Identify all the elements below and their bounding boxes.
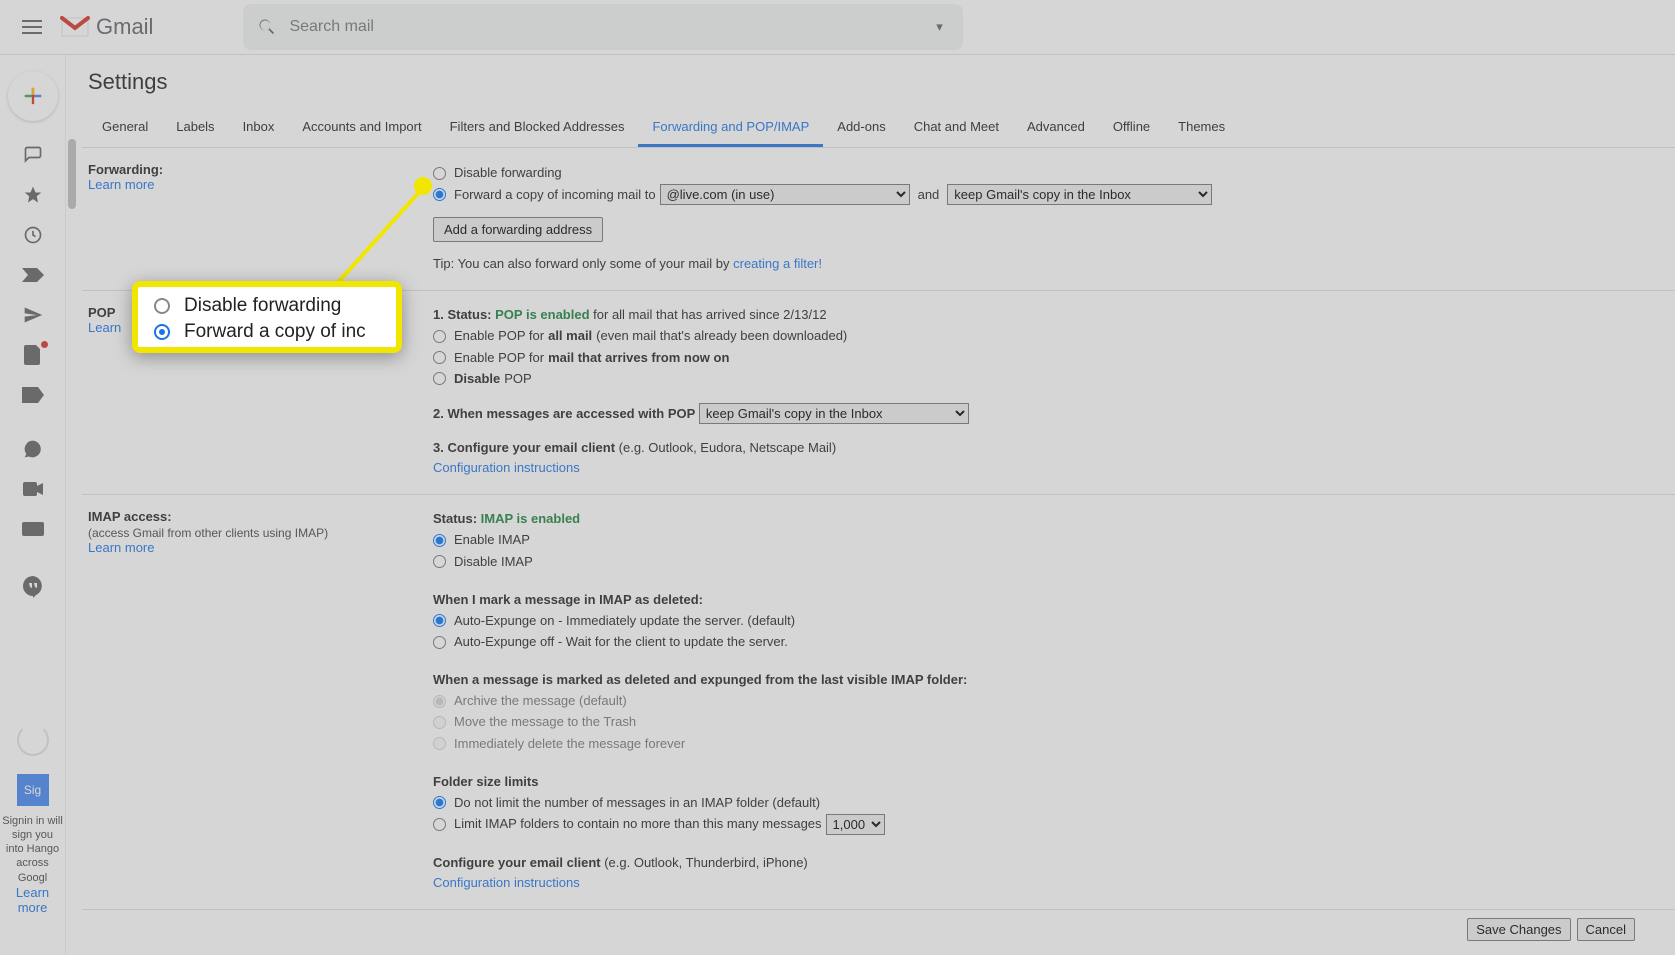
drafts-icon[interactable] (21, 343, 45, 367)
search-input[interactable] (289, 18, 929, 36)
search-icon[interactable] (257, 17, 277, 37)
radio-disable-forwarding[interactable] (433, 167, 446, 180)
imap-delete-header: When I mark a message in IMAP as deleted… (433, 590, 1669, 610)
imap-label: IMAP access: (88, 509, 433, 524)
add-forwarding-address-button[interactable]: Add a forwarding address (433, 217, 603, 242)
search-options-icon[interactable]: ▾ (929, 17, 949, 37)
radio-archive-message (433, 695, 446, 708)
chat-icon[interactable] (21, 437, 45, 461)
callout-text-disable: Disable forwarding (184, 295, 341, 317)
footer-buttons: Save Changes Cancel (82, 910, 1675, 955)
radio-move-trash (433, 716, 446, 729)
select-folder-limit[interactable]: 1,000 (826, 814, 885, 835)
tab-add-ons[interactable]: Add-ons (823, 111, 899, 147)
sent-icon[interactable] (21, 303, 45, 327)
main-panel: Settings GeneralLabelsInboxAccounts and … (65, 55, 1675, 955)
select-forward-address[interactable]: @live.com (in use) (660, 184, 910, 205)
radio-imap-disable[interactable] (433, 555, 446, 568)
imap-learn-more-link[interactable]: Learn more (88, 540, 154, 555)
tab-advanced[interactable]: Advanced (1013, 111, 1099, 147)
scrollbar-thumb[interactable] (68, 139, 76, 209)
app-header: Gmail ▾ (0, 0, 1675, 55)
gmail-logo[interactable]: Gmail (60, 14, 153, 40)
pop-status-prefix: 1. Status: (433, 307, 495, 322)
tab-general[interactable]: General (88, 111, 162, 147)
radio-delete-forever (433, 737, 446, 750)
pop-step2-label: 2. When messages are accessed with POP (433, 406, 695, 421)
radio-imap-enable[interactable] (433, 534, 446, 547)
pop-learn-more-link[interactable]: Learn (88, 320, 121, 335)
compose-button[interactable] (8, 71, 58, 121)
hangouts-icon[interactable] (21, 575, 45, 599)
hangouts-signin-text: Signin in will sign you into Hango acros… (0, 814, 65, 885)
search-bar[interactable]: ▾ (243, 4, 963, 50)
callout-text-forward: Forward a copy of inc (184, 321, 366, 343)
avatar-placeholder (17, 724, 49, 756)
imap-status-prefix: Status: (433, 511, 481, 526)
hangouts-signin-button[interactable]: Sig (17, 774, 49, 806)
radio-expunge-on[interactable] (433, 614, 446, 627)
section-imap: IMAP access: (access Gmail from other cl… (82, 495, 1675, 910)
section-forwarding: Forwarding: Learn more Disable forwardin… (82, 148, 1675, 291)
tab-chat-and-meet[interactable]: Chat and Meet (900, 111, 1013, 147)
snoozed-icon[interactable] (21, 223, 45, 247)
settings-tabs: GeneralLabelsInboxAccounts and ImportFil… (82, 111, 1675, 148)
inbox-icon[interactable] (21, 143, 45, 167)
imap-config-label: Configure your email client (433, 855, 601, 870)
tab-inbox[interactable]: Inbox (229, 111, 289, 147)
left-rail: Sig Signin in will sign you into Hango a… (0, 55, 65, 955)
radio-pop-disable[interactable] (433, 372, 446, 385)
radio-expunge-off[interactable] (433, 636, 446, 649)
pop-config-link[interactable]: Configuration instructions (433, 460, 580, 475)
imap-expunged-header: When a message is marked as deleted and … (433, 670, 1669, 690)
radio-pop-all-mail[interactable] (433, 330, 446, 343)
save-changes-button[interactable]: Save Changes (1467, 918, 1570, 941)
hangouts-learn-more-link[interactable]: Learn more (16, 885, 49, 915)
tab-themes[interactable]: Themes (1164, 111, 1239, 147)
callout-radio-forward (154, 324, 170, 340)
radio-folder-limit[interactable] (433, 818, 446, 831)
radio-no-folder-limit[interactable] (433, 796, 446, 809)
hangouts-area: Sig Signin in will sign you into Hango a… (0, 724, 65, 955)
keyboard-icon[interactable] (21, 517, 45, 541)
starred-icon[interactable] (21, 183, 45, 207)
imap-status-value: IMAP is enabled (481, 511, 580, 526)
label-forward-copy: Forward a copy of incoming mail to (454, 185, 656, 205)
annotation-callout: Disable forwarding Forward a copy of inc (132, 281, 402, 353)
pop-status-suffix: for all mail that has arrived since 2/13… (590, 307, 827, 322)
tab-forwarding-and-pop-imap[interactable]: Forwarding and POP/IMAP (638, 111, 823, 147)
page-title: Settings (88, 69, 1675, 95)
content-area: Sig Signin in will sign you into Hango a… (0, 55, 1675, 955)
radio-pop-new-mail[interactable] (433, 351, 446, 364)
create-filter-link[interactable]: creating a filter! (733, 256, 822, 271)
pop-step3-label: 3. Configure your email client (433, 440, 615, 455)
select-pop-action[interactable]: keep Gmail's copy in the Inbox (699, 403, 969, 424)
forwarding-label: Forwarding: (88, 162, 433, 177)
gmail-text: Gmail (96, 14, 153, 40)
forwarding-tip-text: Tip: You can also forward only some of y… (433, 256, 733, 271)
radio-forward-copy[interactable] (433, 188, 446, 201)
hamburger-menu-icon[interactable] (12, 7, 52, 47)
cancel-button[interactable]: Cancel (1577, 918, 1635, 941)
tab-offline[interactable]: Offline (1099, 111, 1164, 147)
label-disable-forwarding: Disable forwarding (454, 163, 562, 183)
folder-limits-header: Folder size limits (433, 772, 1669, 792)
pop-status-value: POP is enabled (495, 307, 589, 322)
imap-config-link[interactable]: Configuration instructions (433, 875, 580, 890)
tab-accounts-and-import[interactable]: Accounts and Import (288, 111, 435, 147)
categories-icon[interactable] (21, 383, 45, 407)
video-icon[interactable] (21, 477, 45, 501)
important-icon[interactable] (21, 263, 45, 287)
forwarding-learn-more-link[interactable]: Learn more (88, 177, 154, 192)
callout-pointer-dot (414, 177, 432, 195)
imap-sublabel: (access Gmail from other clients using I… (88, 526, 433, 540)
tab-filters-and-blocked-addresses[interactable]: Filters and Blocked Addresses (436, 111, 639, 147)
gmail-icon (60, 16, 90, 38)
select-forward-copy-action[interactable]: keep Gmail's copy in the Inbox (947, 184, 1212, 205)
label-and: and (918, 185, 940, 205)
tab-labels[interactable]: Labels (162, 111, 228, 147)
callout-radio-disable (154, 298, 170, 314)
